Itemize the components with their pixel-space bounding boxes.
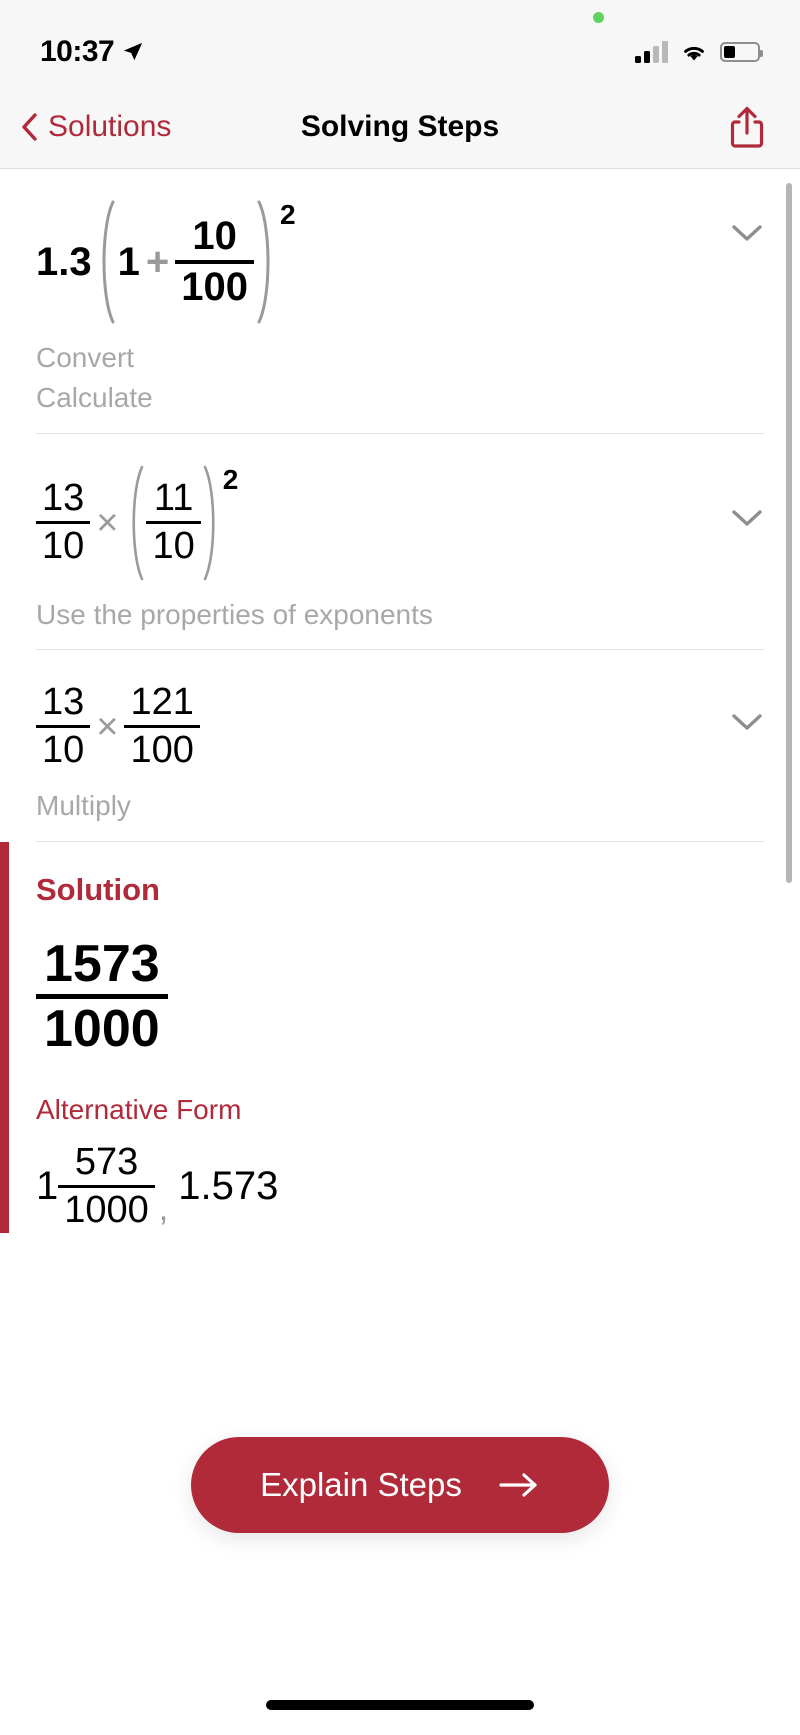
explain-steps-label: Explain Steps (260, 1466, 462, 1503)
location-arrow-icon (122, 41, 144, 63)
home-indicator (266, 1700, 534, 1710)
solution-accent-bar (0, 842, 9, 1233)
step-1-numerator: 10 (192, 213, 237, 258)
chevron-left-icon (20, 112, 38, 142)
step-2-hint: Use the properties of exponents (36, 598, 433, 630)
solution-denominator: 1000 (44, 1000, 160, 1059)
step-3-hint: Multiply (36, 790, 131, 822)
explain-steps-button[interactable]: Explain Steps (191, 1437, 609, 1533)
share-button[interactable] (728, 105, 766, 149)
status-bar-right (635, 41, 763, 63)
step-2-expand-button[interactable] (730, 508, 764, 528)
mixed-number-denominator: 1000 (64, 1188, 149, 1231)
status-bar-clock: 10:37 (40, 35, 115, 68)
solution-title: Solution (36, 872, 160, 908)
step-2-left-numerator: 13 (42, 477, 85, 520)
step-1-hint-calculate: Calculate (36, 381, 153, 413)
step-2-left-fraction: 13 10 (36, 476, 91, 569)
privacy-indicator-dot (593, 12, 604, 23)
step-2-inner-numerator: 11 (153, 477, 194, 520)
solution-section: Solution 1573 1000 Alternative Form 1 57… (0, 842, 800, 1233)
alternative-form-values: 1 573 1000 , 1.573 (36, 1140, 764, 1233)
step-2-inner-denominator: 10 (152, 525, 195, 568)
step-2-operator: × (96, 501, 119, 544)
right-paren-icon (201, 464, 223, 582)
status-bar-left: 10:37 (40, 35, 144, 69)
battery-icon (720, 42, 763, 62)
solution-fraction: 1573 1000 (36, 934, 168, 1059)
step-2-parenthesized-group: 11 10 2 (124, 464, 238, 582)
step-3-right-fraction: 121 100 (124, 680, 200, 773)
alternative-form-separator: , (158, 1189, 169, 1228)
step-1-inner-left: 1 (117, 240, 140, 284)
back-button[interactable]: Solutions (0, 110, 171, 144)
share-icon (728, 105, 766, 149)
step-3-left-fraction: 13 10 (36, 680, 91, 773)
step-3-expression: 13 10 × 121 100 (36, 680, 764, 773)
wifi-icon (680, 41, 708, 63)
step-2-exponent: 2 (222, 463, 239, 495)
step-1-operator: + (145, 240, 170, 284)
step-1-denominator: 100 (181, 265, 248, 309)
step-3-operator: × (96, 705, 119, 748)
step-3-right-numerator: 121 (130, 681, 194, 724)
step-1-expand-button[interactable] (730, 223, 764, 243)
step-3-right-denominator: 100 (130, 729, 194, 772)
mixed-number-fraction: 573 1000 (58, 1140, 155, 1233)
alternative-form-decimal: 1.573 (178, 1164, 279, 1209)
arrow-right-icon (498, 1470, 540, 1500)
cellular-signal-icon (635, 41, 668, 63)
step-1-exponent: 2 (279, 199, 296, 230)
alternative-form-title: Alternative Form (36, 1093, 242, 1125)
left-paren-icon (92, 199, 118, 325)
status-bar: 10:37 (0, 0, 800, 86)
step-3-expand-button[interactable] (730, 712, 764, 732)
back-button-label: Solutions (48, 110, 172, 143)
solving-steps-scroll-area[interactable]: 1.3 1 + 10 100 2 Convert Calculate 13 10… (0, 169, 800, 1735)
solving-step-1[interactable]: 1.3 1 + 10 100 2 Convert Calculate (0, 169, 800, 433)
step-1-coefficient: 1.3 (36, 240, 92, 284)
step-1-hint-convert: Convert (36, 342, 135, 373)
solving-step-2[interactable]: 13 10 × 11 10 2 Use the properties of ex… (0, 434, 800, 650)
step-3-left-numerator: 13 (42, 681, 85, 724)
mixed-number-numerator: 573 (74, 1140, 139, 1183)
mixed-number-integer: 1 (36, 1164, 59, 1209)
step-2-expression: 13 10 × 11 10 2 (36, 464, 764, 582)
step-1-fraction: 10 100 (175, 213, 254, 311)
left-paren-icon (124, 464, 146, 582)
step-1-parenthesized-group: 1 + 10 100 2 (92, 199, 296, 325)
step-1-expression: 1.3 1 + 10 100 2 (36, 199, 764, 325)
step-2-left-denominator: 10 (42, 525, 85, 568)
solving-step-3[interactable]: 13 10 × 121 100 Multiply (0, 650, 800, 841)
right-paren-icon (254, 199, 280, 325)
solution-numerator: 1573 (44, 935, 160, 994)
step-2-inner-fraction: 11 10 (146, 476, 201, 569)
navigation-bar: Solutions Solving Steps (0, 86, 800, 169)
step-3-left-denominator: 10 (42, 729, 85, 772)
